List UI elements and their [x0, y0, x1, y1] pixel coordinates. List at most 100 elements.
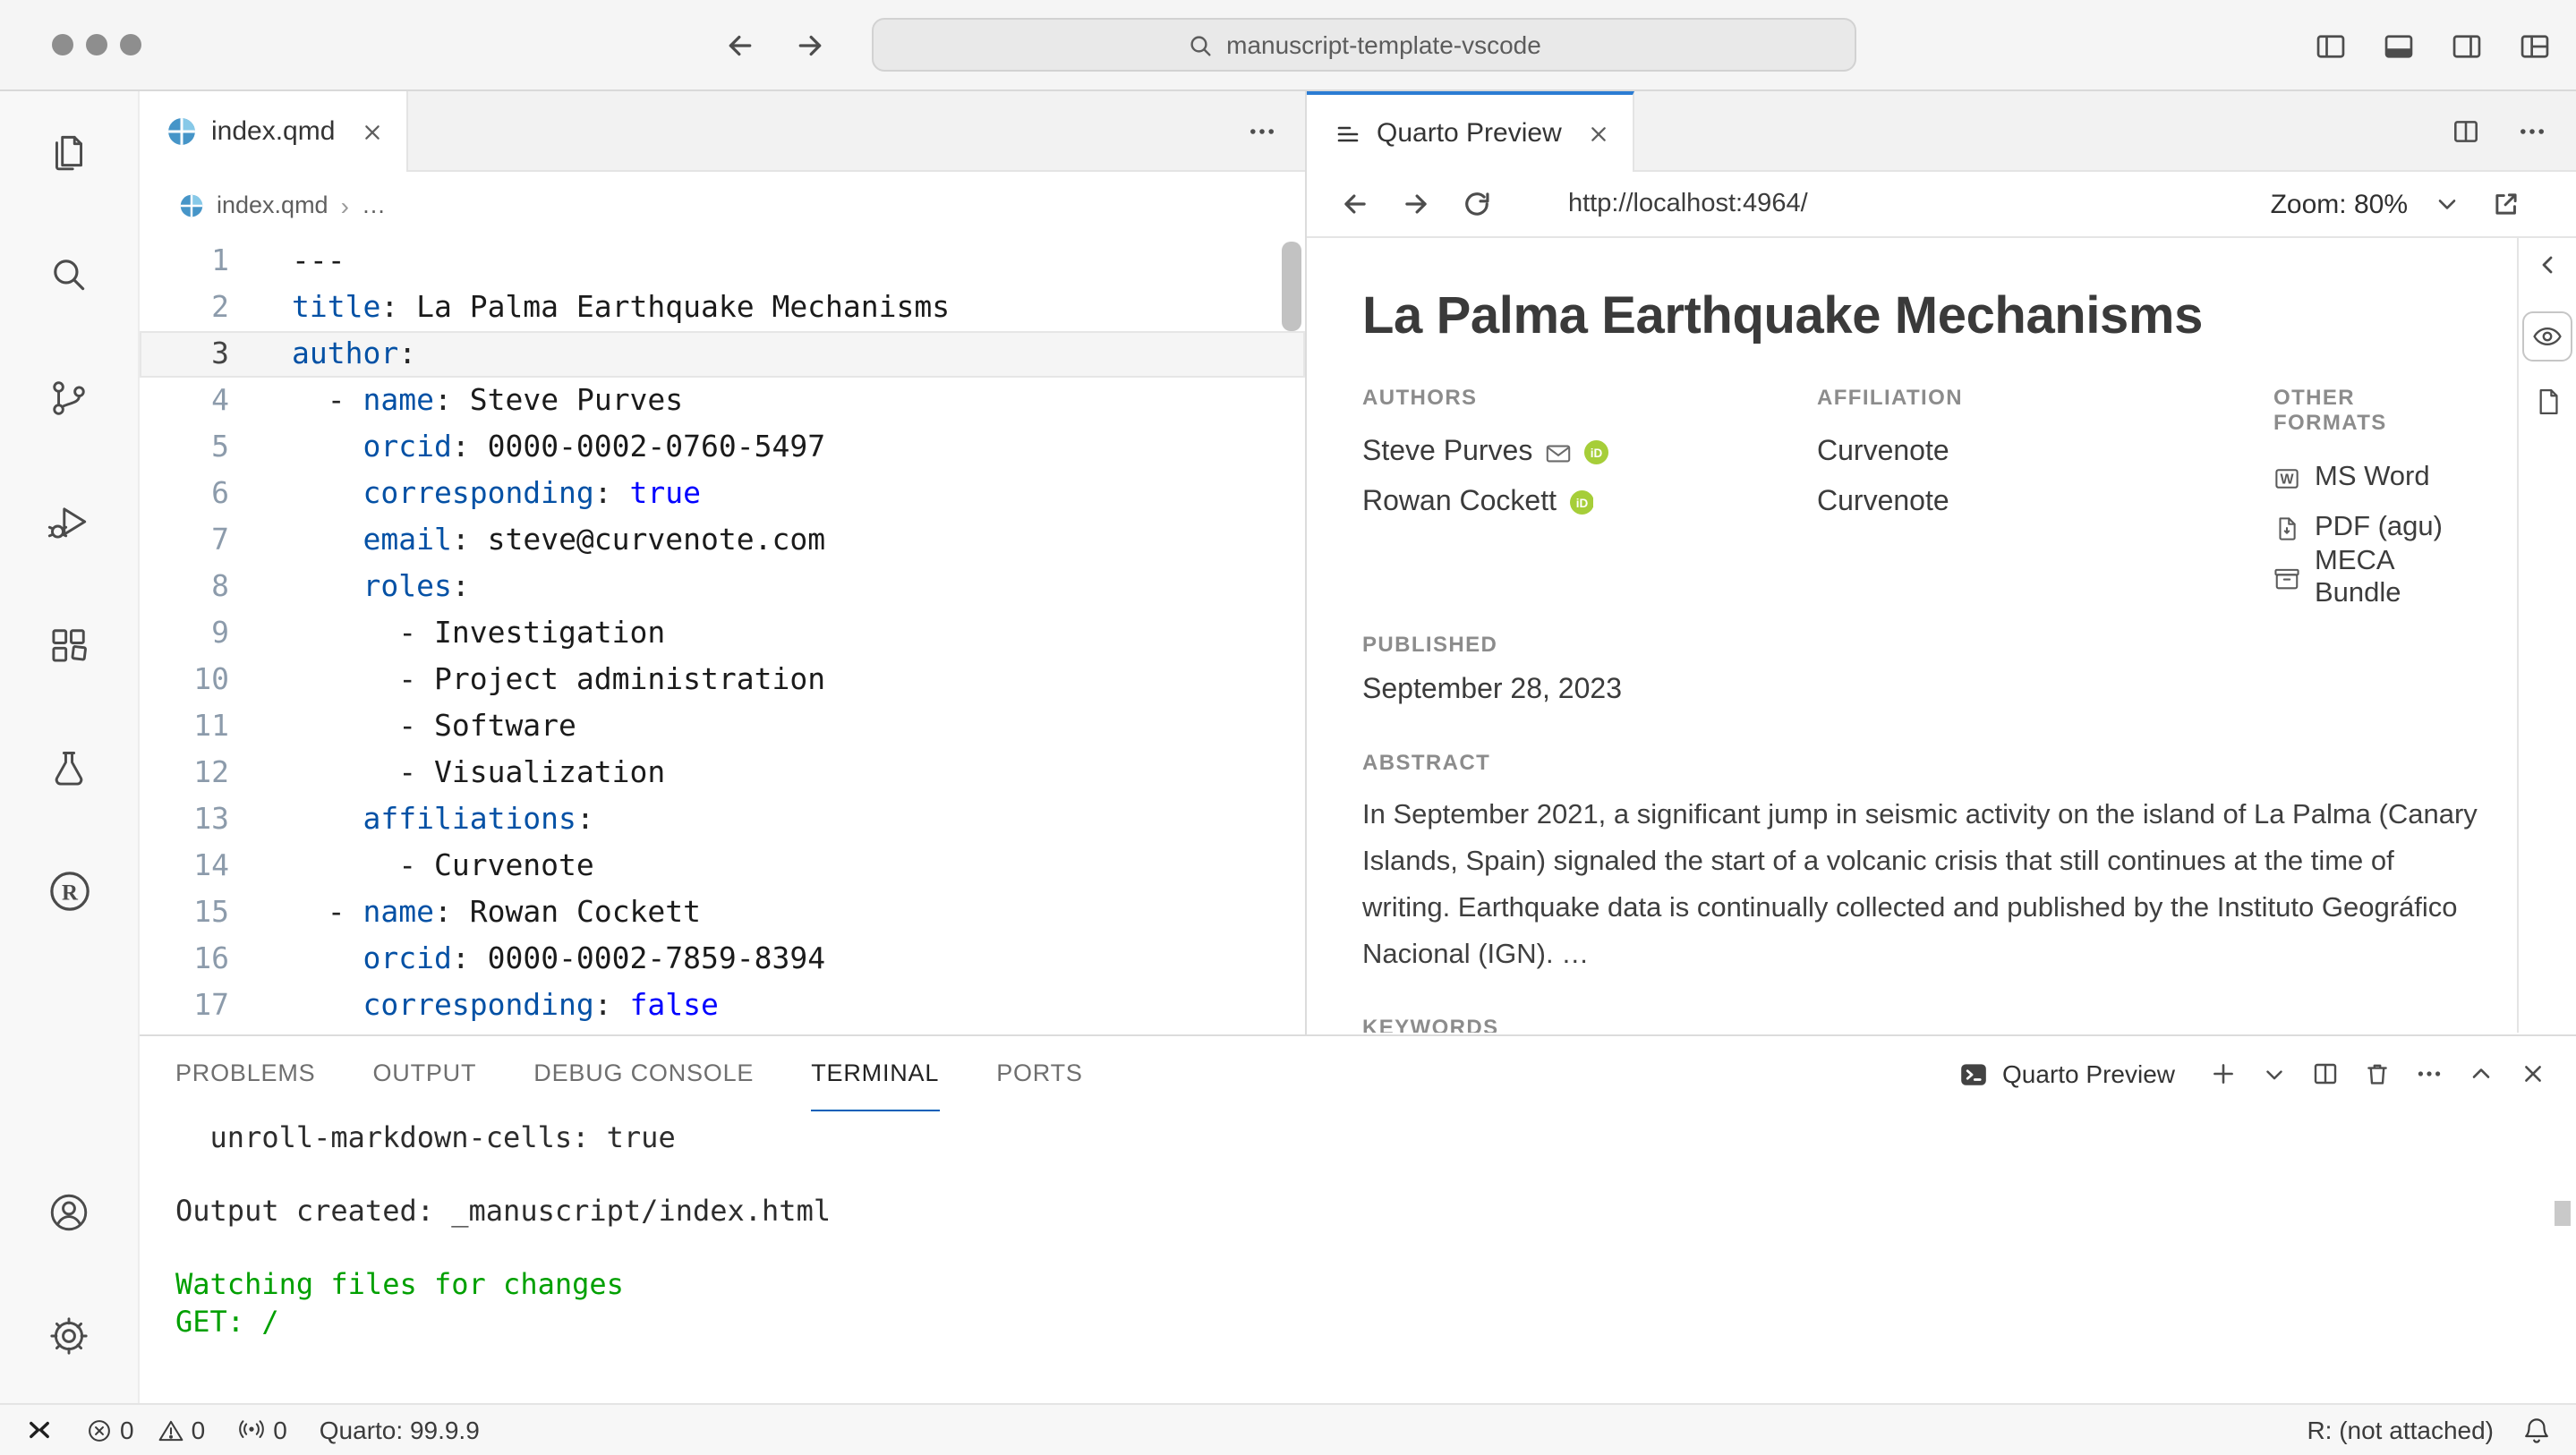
code-line[interactable]: 4 - name: Steve Purves — [140, 378, 1305, 424]
code-line[interactable]: 15 - name: Rowan Cockett — [140, 889, 1305, 936]
code-line[interactable]: 9 - Investigation — [140, 610, 1305, 657]
split-terminal-icon[interactable] — [2311, 1059, 2340, 1088]
error-count: 0 — [120, 1416, 134, 1444]
breadcrumb-more[interactable]: … — [362, 191, 386, 218]
terminal-line: Watching files for changes — [175, 1267, 2576, 1304]
settings-gear-icon[interactable] — [47, 1312, 91, 1358]
editor-tabbar: index.qmd — [140, 91, 1305, 172]
search-sidebar-icon[interactable] — [47, 251, 91, 297]
toggle-secondary-sidebar-icon[interactable] — [2451, 30, 2483, 62]
panel-tab-output[interactable]: OUTPUT — [372, 1036, 476, 1111]
authors-label: AUTHORS — [1362, 385, 1817, 410]
code-line[interactable]: 5 orcid: 0000-0002-0760-5497 — [140, 424, 1305, 471]
line-number: 15 — [140, 889, 229, 936]
close-panel-icon[interactable] — [2519, 1059, 2547, 1088]
code-line[interactable]: 7 email: steve@curvenote.com — [140, 517, 1305, 564]
format-link-meca[interactable]: MECA Bundle — [2273, 553, 2474, 603]
code-line[interactable]: 16 orcid: 0000-0002-7859-8394 — [140, 936, 1305, 983]
search-icon — [1187, 31, 1214, 58]
breadcrumb-file[interactable]: index.qmd — [217, 191, 328, 218]
code-line[interactable]: 3author: — [140, 331, 1305, 378]
eye-toggle[interactable] — [2522, 311, 2572, 362]
format-link-ms-word[interactable]: W MS Word — [2273, 453, 2474, 503]
zoom-level[interactable]: Zoom: 80% — [2271, 189, 2408, 219]
preview-url[interactable]: http://localhost:4964/ — [1568, 190, 1808, 218]
zoom-window-button[interactable] — [120, 34, 141, 55]
terminal-selector[interactable]: Quarto Preview — [1958, 1059, 2175, 1089]
run-and-debug-icon[interactable] — [47, 498, 91, 544]
extensions-icon[interactable] — [47, 621, 91, 668]
notifications-bell-icon[interactable] — [2522, 1416, 2551, 1444]
close-tab-icon[interactable] — [360, 119, 385, 144]
problems-status[interactable]: 0 0 — [86, 1416, 205, 1444]
code-line[interactable]: 8 roles: — [140, 564, 1305, 610]
split-editor-icon[interactable] — [2451, 116, 2481, 147]
panel-tab-terminal[interactable]: TERMINAL — [811, 1036, 939, 1111]
preview-back-icon[interactable] — [1339, 188, 1371, 220]
code-line[interactable]: 17 corresponding: false — [140, 983, 1305, 1029]
svg-text:iD: iD — [1575, 497, 1588, 510]
code-line[interactable]: 13 affiliations: — [140, 796, 1305, 843]
code-line[interactable]: 6 corresponding: true — [140, 471, 1305, 517]
panel-tab-ports[interactable]: PORTS — [996, 1036, 1083, 1111]
close-window-button[interactable] — [52, 34, 73, 55]
open-external-icon[interactable] — [2490, 188, 2522, 220]
history-forward-button[interactable] — [793, 29, 827, 63]
quarto-file-icon — [179, 192, 204, 217]
terminal-scrollbar-thumb[interactable] — [2555, 1201, 2571, 1226]
close-tab-icon[interactable] — [1587, 121, 1612, 146]
command-center[interactable]: manuscript-template-vscode — [872, 18, 1856, 72]
zoom-chevron-down-icon[interactable] — [2433, 190, 2461, 218]
kill-terminal-icon[interactable] — [2363, 1059, 2392, 1088]
minimize-window-button[interactable] — [86, 34, 107, 55]
note-icon[interactable] — [2532, 387, 2563, 417]
panel-more-actions-icon[interactable] — [2415, 1059, 2444, 1088]
remote-indicator[interactable] — [25, 1416, 54, 1444]
toggle-sidebar-icon[interactable] — [2315, 30, 2347, 62]
code-line[interactable]: 11 - Software — [140, 703, 1305, 750]
tab-index-qmd[interactable]: index.qmd — [140, 91, 408, 172]
tab-quarto-preview[interactable]: Quarto Preview — [1307, 91, 1635, 172]
orcid-icon[interactable]: iD — [1569, 491, 1593, 515]
quarto-version-status[interactable]: Quarto: 99.9.9 — [320, 1416, 480, 1444]
ports-status[interactable]: 0 — [237, 1416, 287, 1444]
code-line[interactable]: 2title: La Palma Earthquake Mechanisms — [140, 285, 1305, 331]
accounts-icon[interactable] — [47, 1188, 91, 1235]
testing-beaker-icon[interactable] — [47, 745, 91, 791]
code-editor[interactable]: 1---2title: La Palma Earthquake Mechanis… — [140, 238, 1305, 1034]
broadcast-icon — [237, 1417, 264, 1443]
code-line[interactable]: 14 - Curvenote — [140, 843, 1305, 889]
chevron-left-icon[interactable] — [2533, 251, 2562, 279]
preview-more-actions-icon[interactable] — [2517, 116, 2547, 147]
maximize-panel-icon[interactable] — [2467, 1059, 2495, 1088]
history-back-button[interactable] — [723, 29, 757, 63]
terminal-profile-chevron-icon[interactable] — [2261, 1060, 2288, 1087]
preview-reload-icon[interactable] — [1461, 188, 1493, 220]
line-number: 4 — [140, 378, 229, 424]
preview-forward-icon[interactable] — [1400, 188, 1432, 220]
line-number: 13 — [140, 796, 229, 843]
source-control-icon[interactable] — [47, 374, 91, 421]
code-line[interactable]: 1--- — [140, 238, 1305, 285]
code-line[interactable]: 10 - Project administration — [140, 657, 1305, 703]
customize-layout-icon[interactable] — [2519, 30, 2551, 62]
terminal-output[interactable]: unroll-markdown-cells: true Output creat… — [140, 1111, 2576, 1403]
editor-scrollbar-thumb[interactable] — [1282, 242, 1301, 331]
explorer-icon[interactable] — [47, 127, 91, 174]
orcid-icon[interactable]: iD — [1584, 441, 1608, 465]
new-terminal-icon[interactable] — [2209, 1059, 2238, 1088]
code-text: - Visualization — [229, 750, 665, 796]
panel-tab-problems[interactable]: PROBLEMS — [175, 1036, 315, 1111]
r-status[interactable]: R: (not attached) — [2307, 1416, 2494, 1444]
toggle-panel-icon[interactable] — [2383, 30, 2415, 62]
format-label: PDF (agu) — [2315, 512, 2443, 544]
email-icon[interactable] — [1545, 439, 1572, 466]
eye-icon — [2531, 320, 2563, 353]
svg-text:R: R — [61, 881, 78, 905]
editor-more-actions-icon[interactable] — [1247, 91, 1277, 172]
code-line[interactable]: 12 - Visualization — [140, 750, 1305, 796]
code-text: - Curvenote — [229, 843, 594, 889]
line-number: 1 — [140, 238, 229, 285]
panel-tab-debug-console[interactable]: DEBUG CONSOLE — [533, 1036, 754, 1111]
r-language-icon[interactable]: R — [46, 868, 92, 915]
